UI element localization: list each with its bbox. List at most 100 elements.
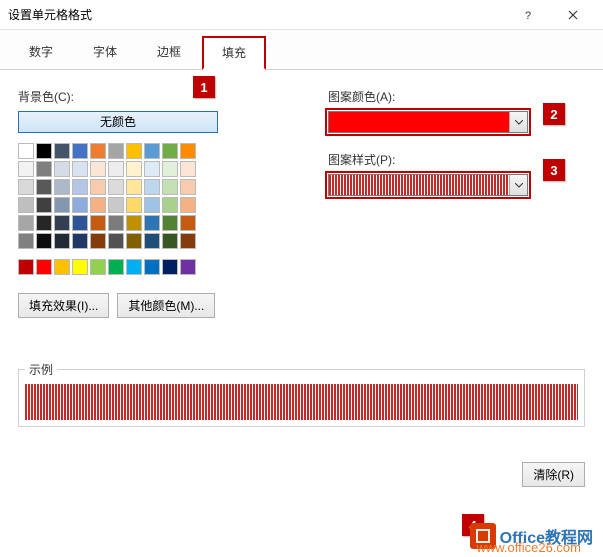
color-swatch[interactable] — [108, 215, 124, 231]
sample-label: 示例 — [25, 361, 57, 378]
color-swatch[interactable] — [126, 179, 142, 195]
color-swatch[interactable] — [18, 161, 34, 177]
color-swatch[interactable] — [180, 233, 196, 249]
chevron-down-icon[interactable] — [509, 175, 527, 195]
color-swatch[interactable] — [72, 197, 88, 213]
color-swatch[interactable] — [90, 161, 106, 177]
color-swatch[interactable] — [36, 143, 52, 159]
tab-bar: 数字 字体 边框 填充 — [0, 30, 603, 70]
color-swatch[interactable] — [36, 197, 52, 213]
color-swatch[interactable] — [54, 143, 70, 159]
color-swatch[interactable] — [90, 179, 106, 195]
chevron-down-icon[interactable] — [509, 112, 527, 132]
color-swatch[interactable] — [18, 259, 34, 275]
accent-palette — [18, 259, 258, 275]
color-swatch[interactable] — [144, 179, 160, 195]
tab-fill[interactable]: 填充 — [202, 36, 266, 70]
color-swatch[interactable] — [144, 143, 160, 159]
tab-number[interactable]: 数字 — [10, 36, 72, 69]
color-swatch[interactable] — [126, 161, 142, 177]
color-swatch[interactable] — [144, 259, 160, 275]
color-swatch[interactable] — [126, 143, 142, 159]
color-swatch[interactable] — [108, 179, 124, 195]
color-swatch[interactable] — [180, 161, 196, 177]
color-palette — [18, 143, 258, 249]
color-swatch[interactable] — [126, 259, 142, 275]
color-swatch[interactable] — [162, 215, 178, 231]
clear-button[interactable]: 清除(R) — [522, 462, 585, 487]
color-swatch[interactable] — [72, 215, 88, 231]
color-swatch[interactable] — [180, 259, 196, 275]
color-swatch[interactable] — [54, 259, 70, 275]
color-swatch[interactable] — [144, 197, 160, 213]
watermark-url: www.office26.com — [476, 540, 581, 555]
color-swatch[interactable] — [54, 161, 70, 177]
color-swatch[interactable] — [90, 143, 106, 159]
color-swatch[interactable] — [18, 197, 34, 213]
window-title: 设置单元格格式 — [8, 6, 505, 23]
color-swatch[interactable] — [108, 197, 124, 213]
color-swatch[interactable] — [18, 233, 34, 249]
color-swatch[interactable] — [36, 161, 52, 177]
tab-font[interactable]: 字体 — [74, 36, 136, 69]
other-color-button[interactable]: 其他颜色(M)... — [117, 293, 215, 318]
color-swatch[interactable] — [72, 161, 88, 177]
color-swatch[interactable] — [90, 197, 106, 213]
color-swatch[interactable] — [54, 233, 70, 249]
color-swatch[interactable] — [126, 197, 142, 213]
color-swatch[interactable] — [180, 143, 196, 159]
no-color-button[interactable]: 无颜色 — [18, 111, 218, 133]
fill-effect-button[interactable]: 填充效果(I)... — [18, 293, 109, 318]
color-swatch[interactable] — [126, 215, 142, 231]
pattern-color-dropdown[interactable] — [328, 111, 528, 133]
color-swatch[interactable] — [36, 179, 52, 195]
color-swatch[interactable] — [18, 143, 34, 159]
color-swatch[interactable] — [72, 179, 88, 195]
pattern-color-swatch — [329, 112, 509, 132]
color-swatch[interactable] — [54, 215, 70, 231]
color-swatch[interactable] — [162, 197, 178, 213]
color-swatch[interactable] — [144, 233, 160, 249]
color-swatch[interactable] — [180, 215, 196, 231]
color-swatch[interactable] — [72, 233, 88, 249]
color-swatch[interactable] — [90, 259, 106, 275]
callout-3: 3 — [543, 159, 565, 181]
color-swatch[interactable] — [108, 161, 124, 177]
color-swatch[interactable] — [18, 179, 34, 195]
color-swatch[interactable] — [162, 179, 178, 195]
color-swatch[interactable] — [90, 215, 106, 231]
color-swatch[interactable] — [144, 161, 160, 177]
color-swatch[interactable] — [180, 179, 196, 195]
color-swatch[interactable] — [54, 197, 70, 213]
color-swatch[interactable] — [162, 161, 178, 177]
color-swatch[interactable] — [72, 259, 88, 275]
color-swatch[interactable] — [108, 233, 124, 249]
color-swatch[interactable] — [72, 143, 88, 159]
callout-2: 2 — [543, 103, 565, 125]
color-swatch[interactable] — [36, 215, 52, 231]
sample-preview — [25, 384, 578, 420]
color-swatch[interactable] — [162, 143, 178, 159]
color-swatch[interactable] — [180, 197, 196, 213]
callout-1: 1 — [193, 76, 215, 98]
help-button[interactable]: ? — [505, 0, 550, 30]
color-swatch[interactable] — [126, 233, 142, 249]
pattern-style-swatch — [329, 175, 509, 195]
color-swatch[interactable] — [36, 233, 52, 249]
sample-fieldset: 示例 — [18, 361, 585, 427]
color-swatch[interactable] — [108, 259, 124, 275]
color-swatch[interactable] — [18, 215, 34, 231]
color-swatch[interactable] — [108, 143, 124, 159]
tab-border[interactable]: 边框 — [138, 36, 200, 69]
svg-text:?: ? — [525, 10, 531, 20]
color-swatch[interactable] — [162, 259, 178, 275]
color-swatch[interactable] — [144, 215, 160, 231]
color-swatch[interactable] — [90, 233, 106, 249]
pattern-style-dropdown[interactable] — [328, 174, 528, 196]
color-swatch[interactable] — [54, 179, 70, 195]
close-button[interactable] — [550, 0, 595, 30]
color-swatch[interactable] — [36, 259, 52, 275]
bgcolor-label: 背景色(C): — [18, 88, 258, 105]
color-swatch[interactable] — [162, 233, 178, 249]
watermark: Office教程网 www.office26.com — [470, 523, 593, 549]
